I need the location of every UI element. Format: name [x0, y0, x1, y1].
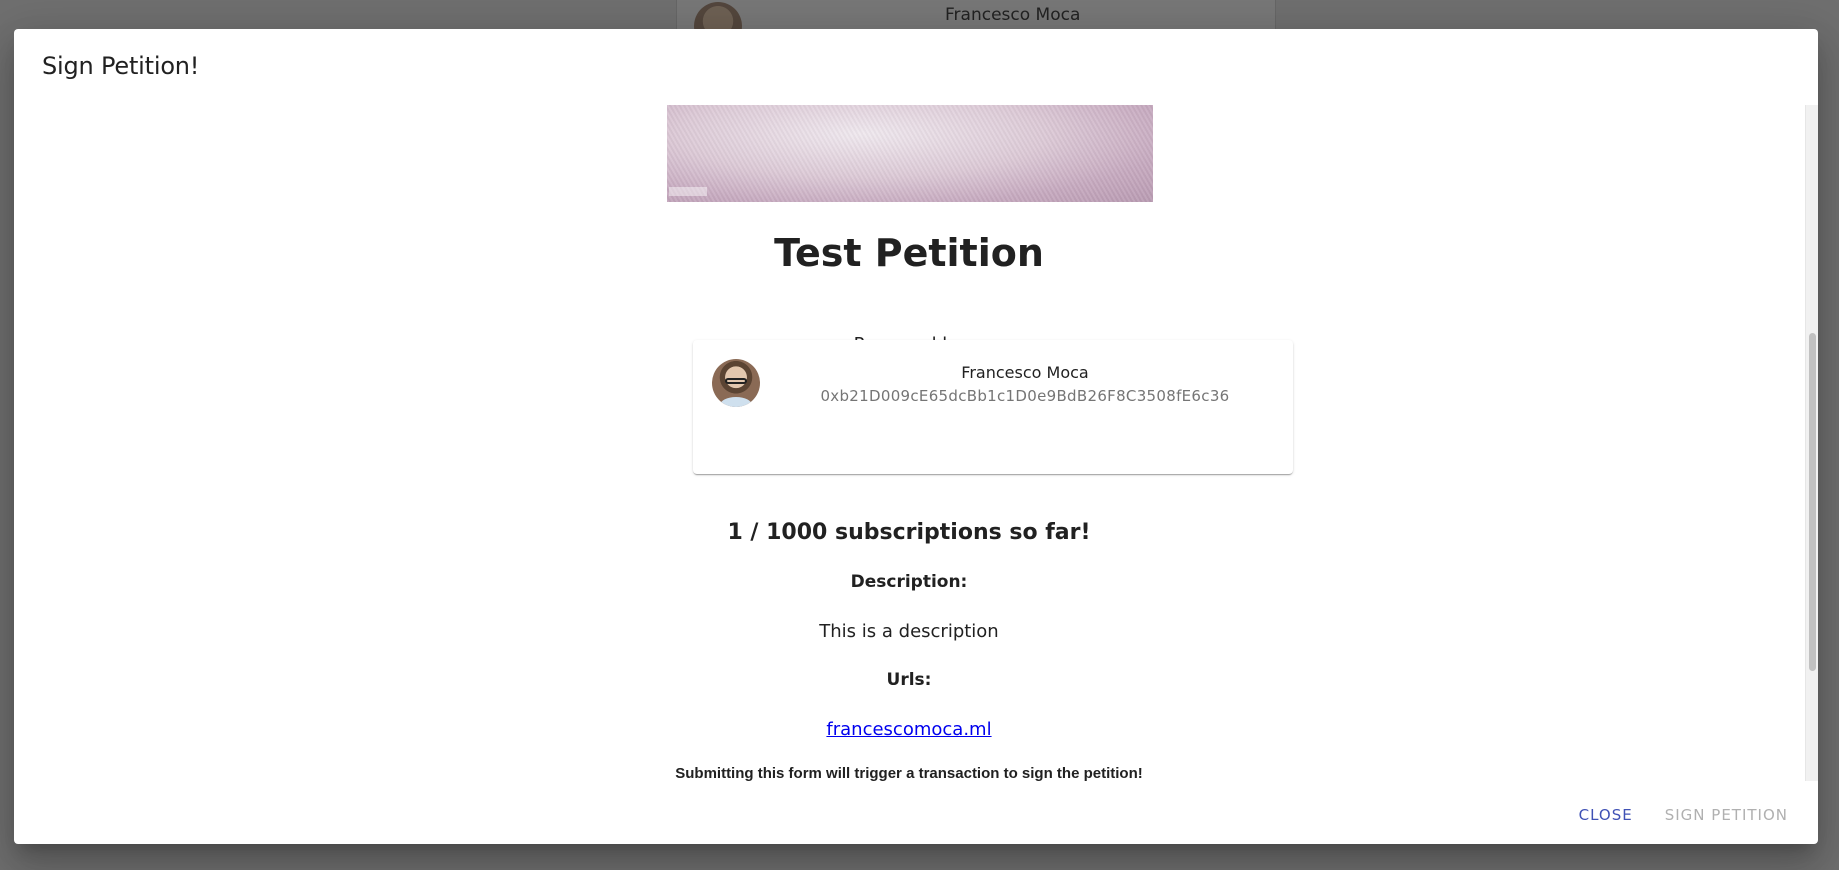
sign-petition-dialog: Sign Petition! Test Petition Proposed by… — [14, 29, 1818, 844]
scrollbar-thumb[interactable] — [1809, 333, 1816, 671]
dialog-scrollbar[interactable] — [1805, 105, 1818, 781]
urls-label: Urls: — [886, 670, 932, 690]
cover-watermark — [669, 187, 707, 196]
petition-url-link[interactable]: francescomoca.ml — [826, 719, 991, 740]
subscriptions-count: 1 / 1000 subscriptions so far! — [727, 520, 1091, 545]
author-address: 0xb21D009cE65dcBb1c1D0e9BdB26F8C3508fE6c… — [820, 387, 1230, 405]
close-button[interactable]: CLOSE — [1567, 798, 1645, 832]
petition-title: Test Petition — [774, 231, 1044, 275]
petition-cover-image — [667, 105, 1153, 202]
description-label: Description: — [850, 572, 968, 592]
background-author-name: Francesco Moca — [945, 5, 1081, 25]
sign-petition-button[interactable]: SIGN PETITION — [1653, 798, 1800, 832]
url-link-wrapper: francescomoca.ml — [14, 719, 1804, 740]
author-card: Francesco Moca 0xb21D009cE65dcBb1c1D0e9B… — [693, 340, 1293, 474]
dialog-content: Test Petition Proposed by Francesco Moca… — [14, 29, 1804, 844]
submit-notice: Submitting this form will trigger a tran… — [675, 765, 1143, 782]
author-name: Francesco Moca — [961, 363, 1089, 382]
dialog-actions: CLOSE SIGN PETITION — [1567, 798, 1800, 832]
description-text: This is a description — [819, 621, 999, 642]
